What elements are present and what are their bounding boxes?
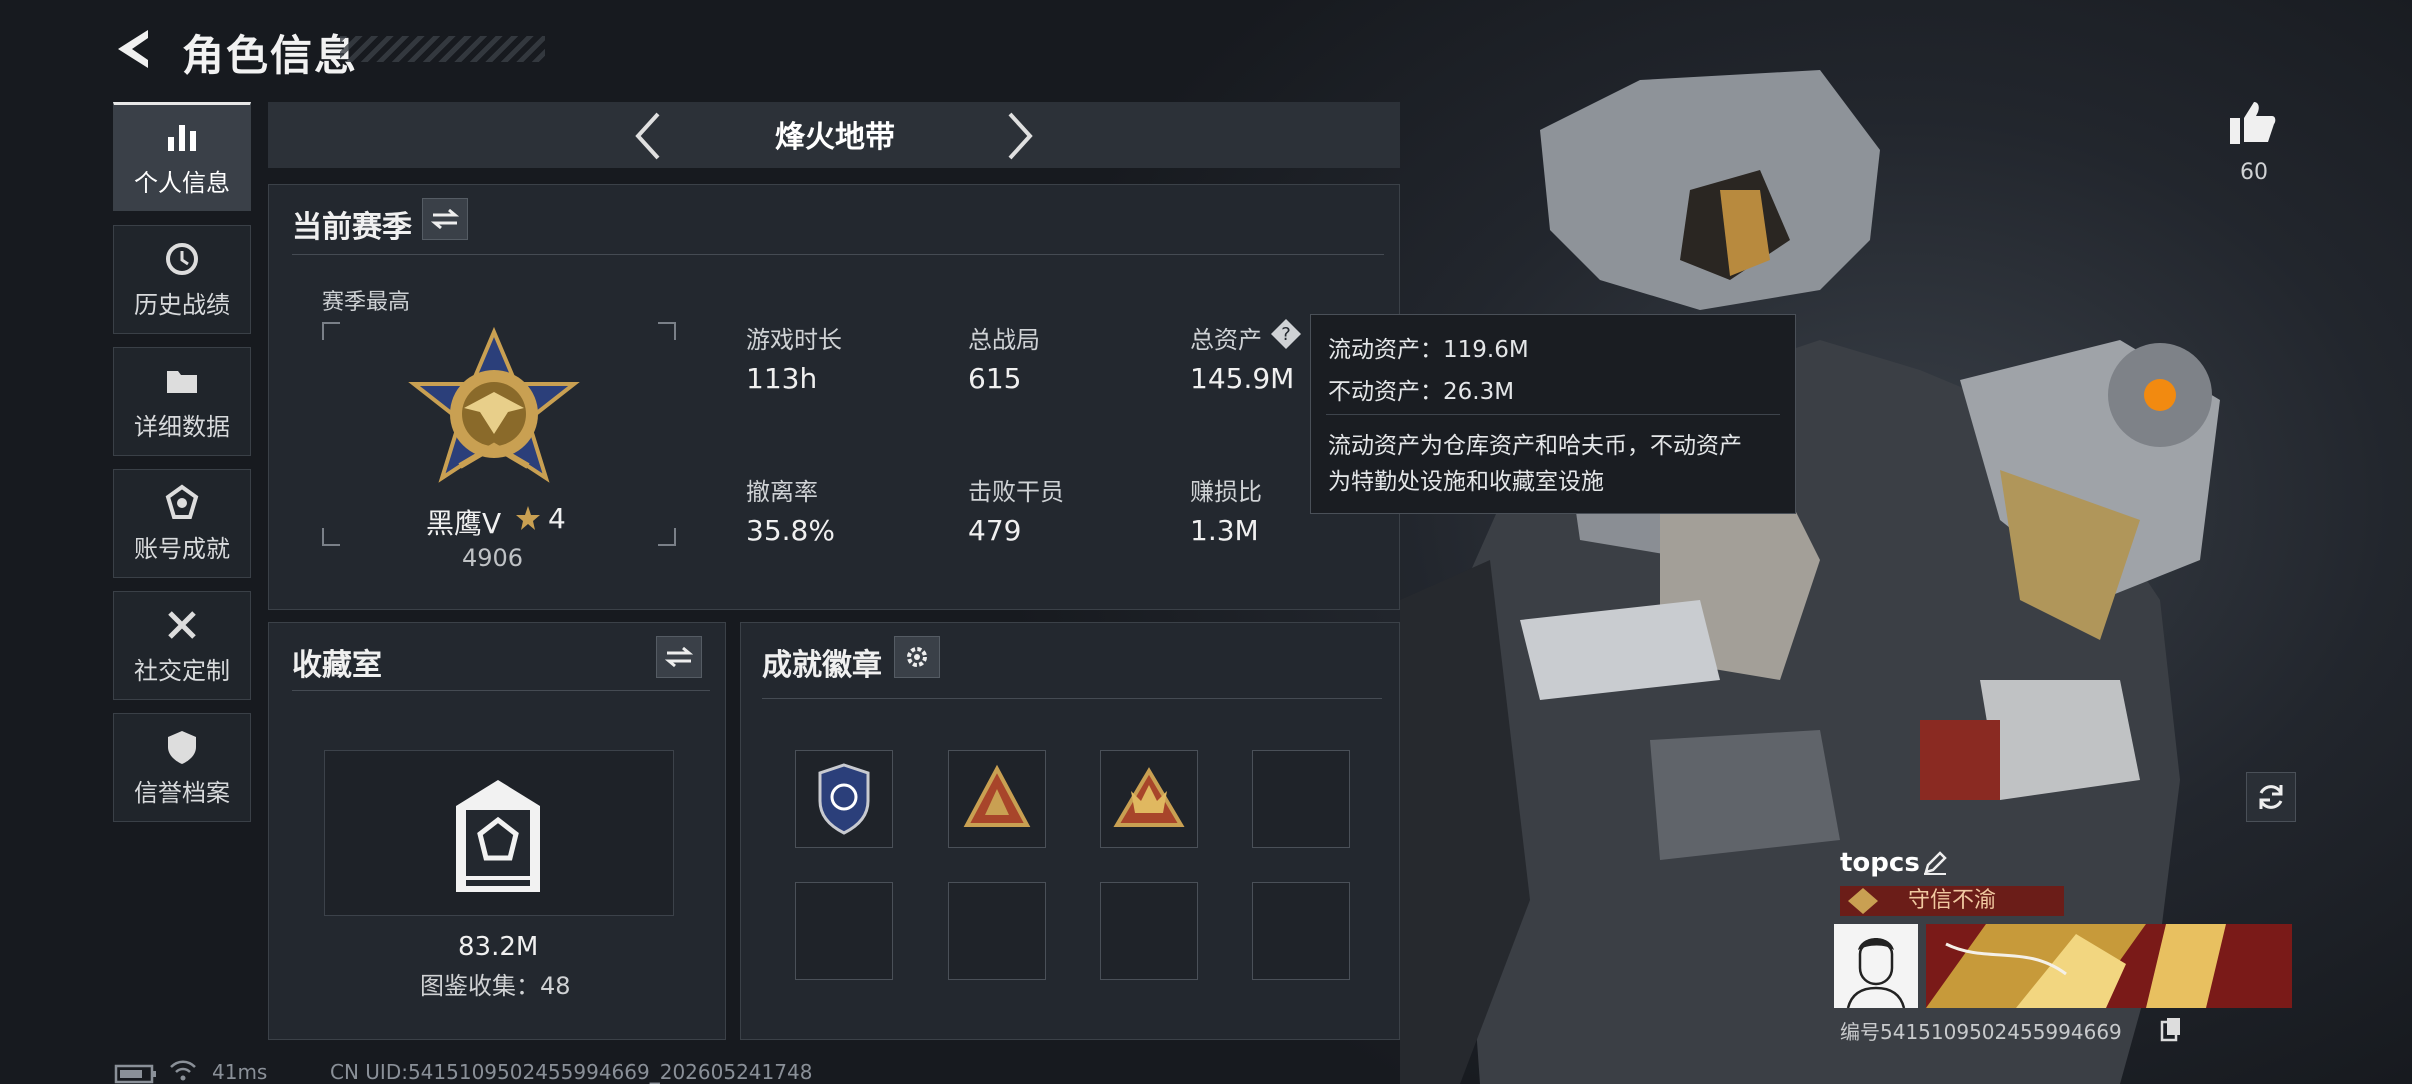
- next-mode-icon[interactable]: [1006, 110, 1036, 162]
- triangle-badge-icon: [963, 764, 1031, 827]
- frame-corner: [322, 528, 340, 546]
- uid-label: 编号: [1840, 1020, 1880, 1044]
- collection-value: 83.2M: [458, 932, 539, 962]
- collection-switch-button[interactable]: [656, 636, 702, 678]
- avatar[interactable]: [1834, 924, 1918, 1009]
- badge-slot[interactable]: [1252, 750, 1350, 848]
- stat-value: 479: [968, 514, 1022, 547]
- nav-achievements[interactable]: 账号成就: [113, 469, 251, 578]
- nav-label: 个人信息: [134, 169, 230, 197]
- gear-icon: [907, 647, 927, 667]
- nav-detail-data[interactable]: 详细数据: [113, 347, 251, 456]
- swap-icon: [431, 208, 459, 230]
- cn-uid: CN UID:5415109502455994669_202605241748: [330, 1060, 813, 1084]
- player-name: topcs: [1840, 848, 1920, 878]
- back-arrow-icon[interactable]: [112, 26, 158, 72]
- shield-icon: [168, 731, 196, 764]
- badge-slot[interactable]: [948, 750, 1046, 848]
- mode-label: 烽火地带: [775, 120, 895, 155]
- page-title: 角色信息: [182, 31, 359, 80]
- season-title: 当前赛季: [292, 210, 412, 245]
- battery-icon: [114, 1064, 156, 1084]
- shield-badge-icon: [818, 763, 870, 835]
- profile-banner: [1926, 924, 2292, 1008]
- achievement-icon: [165, 484, 199, 519]
- stat-value: 113h: [746, 362, 818, 395]
- history-icon: [166, 243, 198, 275]
- tools-icon: [168, 611, 196, 639]
- tooltip-liquid-assets: 流动资产：119.6M: [1328, 337, 1529, 363]
- nav-label: 账号成就: [134, 535, 230, 563]
- divider: [292, 690, 710, 691]
- avatar-portrait-icon: [1846, 938, 1906, 1009]
- stat-value: 615: [968, 362, 1022, 395]
- tooltip-fixed-assets: 不动资产：26.3M: [1328, 379, 1515, 405]
- tooltip-description-1: 流动资产为仓库资产和哈夫币，不动资产: [1328, 433, 1742, 459]
- ping-readout: 41ms: [212, 1060, 268, 1084]
- stat-value: 1.3M: [1190, 514, 1259, 547]
- nav-label: 详细数据: [134, 413, 230, 441]
- collection-catalog: 图鉴收集：48: [420, 972, 571, 1000]
- crown-badge-icon: [1113, 767, 1185, 827]
- frame-corner: [658, 322, 676, 340]
- refresh-button[interactable]: [2246, 772, 2296, 822]
- title-decoration: [340, 36, 545, 62]
- bar-chart-icon: [168, 125, 196, 151]
- star-icon: [516, 506, 540, 530]
- stat-label: 赚损比: [1190, 478, 1262, 506]
- stat-label: 击败干员: [968, 478, 1064, 506]
- badge-slot[interactable]: [795, 882, 893, 980]
- rank-name: 黑鹰V: [426, 507, 502, 540]
- nav-label: 信誉档案: [134, 779, 230, 807]
- divider: [762, 698, 1382, 699]
- nav-social-custom[interactable]: 社交定制: [113, 591, 251, 700]
- rank-points: 4906: [462, 544, 524, 572]
- wifi-icon: [170, 1060, 196, 1081]
- divider: [292, 254, 1384, 255]
- stat-label: 总战局: [968, 326, 1040, 354]
- edit-name-icon[interactable]: [1922, 850, 1948, 876]
- frame-corner: [658, 528, 676, 546]
- badges-title: 成就徽章: [762, 648, 882, 683]
- badges-settings-button[interactable]: [894, 636, 940, 678]
- stat-label: 总资产: [1190, 326, 1262, 354]
- like-count: 60: [2240, 160, 2268, 185]
- nav-reputation[interactable]: 信誉档案: [113, 713, 251, 822]
- svg-text:?: ?: [1281, 324, 1291, 345]
- stat-label: 撤离率: [746, 478, 818, 506]
- badge-slot[interactable]: [1100, 882, 1198, 980]
- nav-label: 历史战绩: [134, 291, 230, 319]
- frame-corner: [322, 322, 340, 340]
- collection-title: 收藏室: [292, 648, 382, 683]
- badge-slot[interactable]: [795, 750, 893, 848]
- uid-value: 5415109502455994669: [1880, 1020, 2122, 1044]
- tooltip-description-2: 为特勤处设施和收藏室设施: [1328, 469, 1604, 495]
- prev-mode-icon[interactable]: [632, 110, 662, 162]
- player-uid: 编号5415109502455994669: [1840, 1016, 2122, 1045]
- nav-history[interactable]: 历史战绩: [113, 225, 251, 334]
- refresh-icon: [2259, 785, 2283, 809]
- divider: [1326, 414, 1780, 415]
- badge-slot[interactable]: [948, 882, 1046, 980]
- collection-room-icon: [456, 780, 540, 892]
- rank-stars: 4: [548, 502, 566, 535]
- help-icon[interactable]: ?: [1270, 318, 1302, 350]
- season-switch-button[interactable]: [422, 198, 468, 240]
- rank-emblem-icon: [408, 326, 580, 483]
- stat-label: 游戏时长: [746, 326, 842, 354]
- stat-value: 145.9M: [1190, 362, 1295, 395]
- badge-slot[interactable]: [1100, 750, 1198, 848]
- nav-personal-info[interactable]: 个人信息: [113, 102, 251, 211]
- folder-icon: [167, 371, 197, 393]
- season-highest-label: 赛季最高: [322, 290, 411, 315]
- swap-icon: [665, 646, 693, 668]
- nav-label: 社交定制: [134, 657, 230, 685]
- honor-emblem-icon: [1848, 888, 1878, 914]
- stat-value: 35.8%: [746, 514, 835, 547]
- badge-slot[interactable]: [1252, 882, 1350, 980]
- copy-icon[interactable]: [2160, 1016, 2182, 1042]
- thumbs-up-icon[interactable]: [2228, 98, 2278, 146]
